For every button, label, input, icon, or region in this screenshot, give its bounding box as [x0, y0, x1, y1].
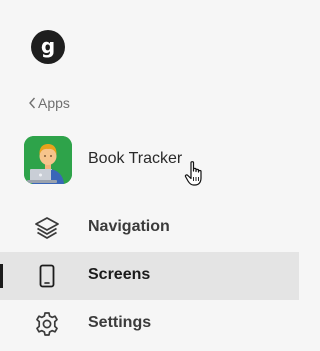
- brand-logo[interactable]: g: [31, 30, 65, 64]
- nav-item-navigation[interactable]: Navigation: [0, 204, 299, 252]
- nav-item-label: Settings: [88, 314, 152, 331]
- layers-icon: [35, 217, 59, 239]
- nav-item-screens[interactable]: Screens: [0, 252, 299, 300]
- active-indicator: [0, 264, 3, 288]
- back-link-label: Apps: [38, 95, 70, 111]
- back-to-apps-link[interactable]: Apps: [28, 94, 70, 112]
- app-name: Book Tracker: [88, 150, 183, 167]
- gear-icon: [36, 312, 58, 336]
- developer-avatar-icon: [24, 136, 72, 184]
- sidebar: g Apps Book Tracker Navigation Screens S…: [0, 0, 299, 351]
- current-app[interactable]: Book Tracker: [0, 133, 299, 187]
- hand-pointer-cursor-icon: [184, 161, 202, 186]
- phone-icon: [39, 264, 55, 288]
- nav-item-label: Navigation: [88, 218, 170, 235]
- chevron-left-icon: [29, 97, 36, 109]
- nav-item-settings[interactable]: Settings: [0, 300, 299, 348]
- nav-item-label: Screens: [88, 266, 151, 283]
